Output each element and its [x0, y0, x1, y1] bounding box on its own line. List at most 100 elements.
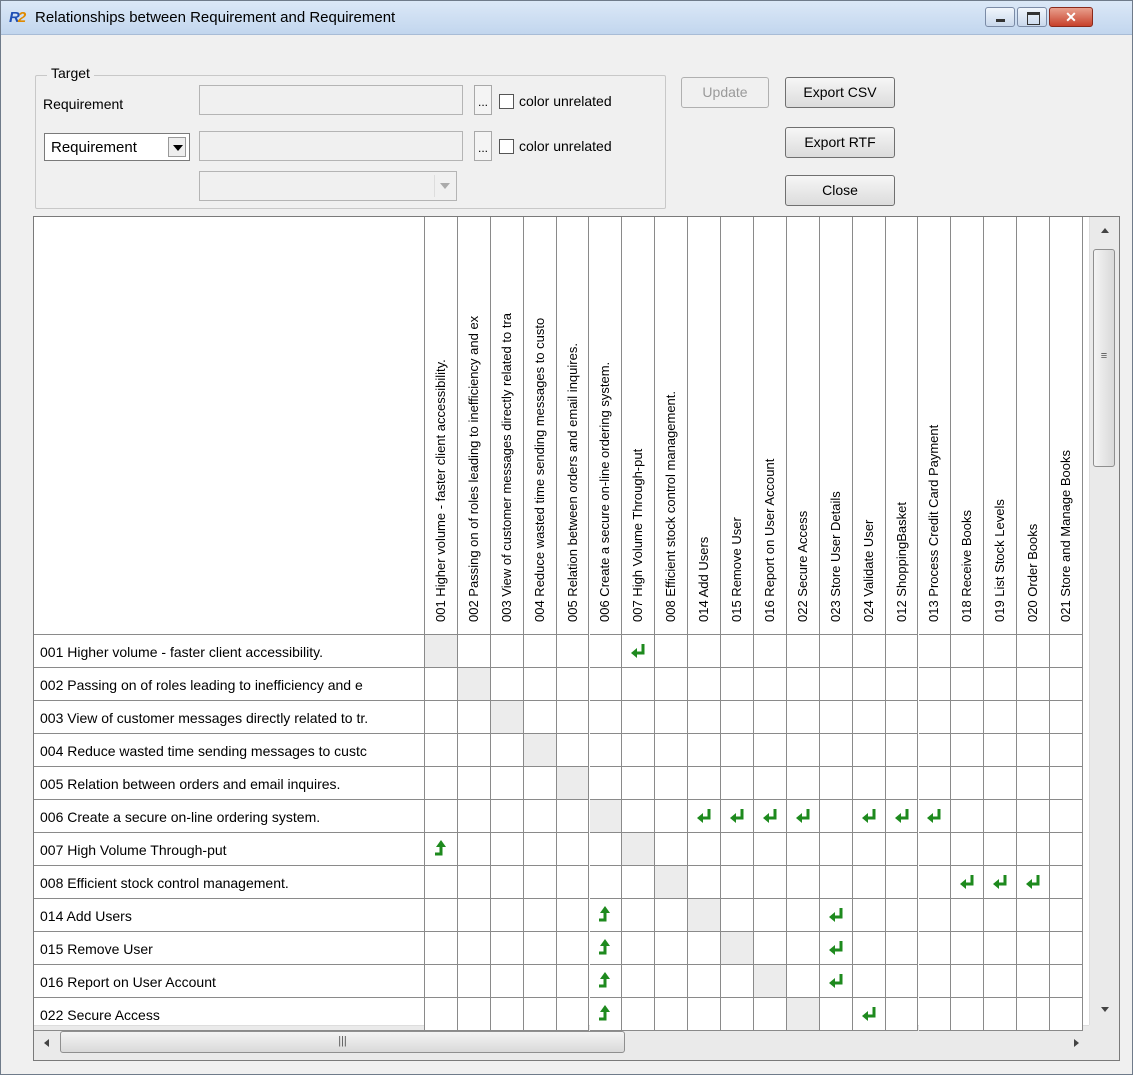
- matrix-cell[interactable]: [721, 800, 754, 833]
- matrix-cell[interactable]: [425, 767, 458, 800]
- matrix-cell[interactable]: [1050, 833, 1083, 866]
- matrix-cell[interactable]: [688, 965, 722, 998]
- close-button[interactable]: Close: [785, 175, 895, 206]
- matrix-cell[interactable]: [655, 998, 689, 1031]
- matrix-cell[interactable]: [1017, 899, 1051, 932]
- matrix-cell[interactable]: [688, 932, 722, 965]
- matrix-cell[interactable]: [425, 833, 458, 866]
- matrix-column-header[interactable]: 016 Report on User Account: [754, 217, 787, 635]
- matrix-cell[interactable]: [655, 965, 689, 998]
- matrix-cell[interactable]: [754, 668, 787, 701]
- matrix-cell[interactable]: [918, 965, 952, 998]
- matrix-cell[interactable]: [589, 866, 623, 899]
- matrix-cell[interactable]: [589, 734, 623, 767]
- matrix-cell[interactable]: [918, 701, 952, 734]
- matrix-cell[interactable]: [819, 800, 853, 833]
- matrix-cell[interactable]: [885, 668, 919, 701]
- matrix-cell[interactable]: [1050, 668, 1083, 701]
- matrix-cell[interactable]: [721, 932, 754, 965]
- matrix-cell[interactable]: [523, 998, 557, 1031]
- matrix-row-header[interactable]: 014 Add Users: [34, 899, 425, 932]
- matrix-row-header[interactable]: 001 Higher volume - faster client access…: [34, 635, 425, 668]
- matrix-column-header[interactable]: 019 List Stock Levels: [984, 217, 1018, 635]
- matrix-cell[interactable]: [1017, 668, 1051, 701]
- matrix-cell[interactable]: [721, 866, 754, 899]
- matrix-cell[interactable]: [457, 767, 491, 800]
- matrix-cell[interactable]: [457, 734, 491, 767]
- matrix-cell[interactable]: [622, 668, 656, 701]
- matrix-cell[interactable]: [589, 800, 623, 833]
- matrix-cell[interactable]: [852, 965, 886, 998]
- matrix-cell[interactable]: [721, 701, 754, 734]
- matrix-cell[interactable]: [819, 965, 853, 998]
- matrix-cell[interactable]: [556, 932, 590, 965]
- matrix-cell[interactable]: [918, 833, 952, 866]
- matrix-column-header[interactable]: 006 Create a secure on-line ordering sys…: [589, 217, 623, 635]
- matrix-cell[interactable]: [425, 734, 458, 767]
- matrix-cell[interactable]: [852, 734, 886, 767]
- chevron-down-icon[interactable]: [168, 137, 186, 157]
- matrix-cell[interactable]: [786, 767, 820, 800]
- matrix-cell[interactable]: [589, 767, 623, 800]
- matrix-cell[interactable]: [688, 734, 722, 767]
- matrix-cell[interactable]: [819, 635, 853, 668]
- matrix-cell[interactable]: [819, 668, 853, 701]
- matrix-cell[interactable]: [589, 635, 623, 668]
- matrix-cell[interactable]: [556, 833, 590, 866]
- matrix-cell[interactable]: [984, 866, 1018, 899]
- matrix-cell[interactable]: [425, 800, 458, 833]
- matrix-cell[interactable]: [918, 800, 952, 833]
- matrix-cell[interactable]: [786, 899, 820, 932]
- matrix-cell[interactable]: [655, 767, 689, 800]
- matrix-cell[interactable]: [523, 734, 557, 767]
- matrix-cell[interactable]: [852, 701, 886, 734]
- matrix-cell[interactable]: [819, 866, 853, 899]
- matrix-cell[interactable]: [918, 899, 952, 932]
- matrix-cell[interactable]: [885, 800, 919, 833]
- matrix-cell[interactable]: [622, 899, 656, 932]
- matrix-row-header[interactable]: 022 Secure Access: [34, 998, 425, 1031]
- matrix-cell[interactable]: [786, 932, 820, 965]
- color-unrelated-checkbox-2[interactable]: [499, 139, 514, 154]
- matrix-row-header[interactable]: 007 High Volume Through-put: [34, 833, 425, 866]
- matrix-cell[interactable]: [786, 668, 820, 701]
- chevron-down-icon[interactable]: [434, 175, 454, 197]
- close-window-button[interactable]: ✕: [1049, 7, 1093, 27]
- matrix-cell[interactable]: [457, 965, 491, 998]
- matrix-cell[interactable]: [457, 998, 491, 1031]
- matrix-cell[interactable]: [951, 734, 985, 767]
- matrix-row-header[interactable]: 016 Report on User Account: [34, 965, 425, 998]
- matrix-row-header[interactable]: 008 Efficient stock control management.: [34, 866, 425, 899]
- matrix-cell[interactable]: [951, 767, 985, 800]
- matrix-cell[interactable]: [655, 734, 689, 767]
- matrix-cell[interactable]: [819, 899, 853, 932]
- matrix-cell[interactable]: [721, 767, 754, 800]
- matrix-cell[interactable]: [688, 833, 722, 866]
- matrix-cell[interactable]: [688, 767, 722, 800]
- matrix-cell[interactable]: [556, 635, 590, 668]
- matrix-cell[interactable]: [589, 668, 623, 701]
- matrix-cell[interactable]: [852, 833, 886, 866]
- matrix-cell[interactable]: [786, 701, 820, 734]
- matrix-cell[interactable]: [425, 635, 458, 668]
- matrix-cell[interactable]: [457, 635, 491, 668]
- matrix-cell[interactable]: [589, 701, 623, 734]
- matrix-cell[interactable]: [655, 833, 689, 866]
- matrix-cell[interactable]: [984, 965, 1018, 998]
- matrix-cell[interactable]: [1017, 800, 1051, 833]
- matrix-cell[interactable]: [655, 701, 689, 734]
- matrix-cell[interactable]: [1050, 701, 1083, 734]
- matrix-cell[interactable]: [721, 998, 754, 1031]
- matrix-cell[interactable]: [556, 866, 590, 899]
- matrix-cell[interactable]: [754, 734, 787, 767]
- matrix-cell[interactable]: [984, 701, 1018, 734]
- matrix-cell[interactable]: [721, 734, 754, 767]
- matrix-row-header[interactable]: 003 View of customer messages directly r…: [34, 701, 425, 734]
- matrix-column-header[interactable]: 012 ShoppingBasket: [885, 217, 919, 635]
- matrix-cell[interactable]: [1017, 866, 1051, 899]
- matrix-column-header[interactable]: 023 Store User Details: [819, 217, 853, 635]
- matrix-cell[interactable]: [1017, 965, 1051, 998]
- matrix-cell[interactable]: [852, 800, 886, 833]
- matrix-column-header[interactable]: 021 Store and Manage Books: [1050, 217, 1083, 635]
- target-row2-field[interactable]: [199, 131, 463, 161]
